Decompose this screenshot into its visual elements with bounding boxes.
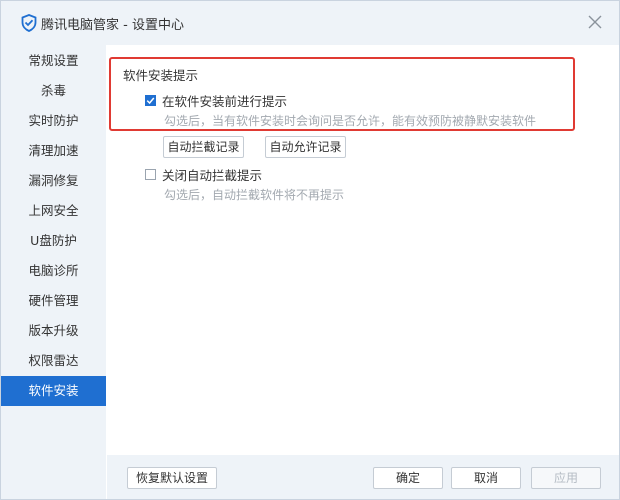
window-title: 腾讯电脑管家 - 设置中心 — [41, 17, 184, 33]
cancel-button[interactable]: 取消 — [451, 467, 521, 489]
option-prompt-label: 在软件安装前进行提示 — [162, 94, 288, 109]
sidebar-item-web-security[interactable]: 上网安全 — [1, 196, 106, 226]
sidebar-item-general[interactable]: 常规设置 — [1, 46, 106, 76]
content-panel: 软件安装提示 在软件安装前进行提示 勾选后，当有软件安装时会询问是否允许，能有效… — [107, 45, 619, 455]
sidebar-item-hardware[interactable]: 硬件管理 — [1, 286, 106, 316]
sidebar-item-software-install[interactable]: 软件安装 — [1, 376, 106, 406]
sidebar-item-cleanup[interactable]: 清理加速 — [1, 136, 106, 166]
restore-default-button[interactable]: 恢复默认设置 — [127, 467, 217, 489]
sidebar-item-usb-protection[interactable]: U盘防护 — [1, 226, 106, 256]
close-icon[interactable] — [585, 12, 605, 32]
title-bar[interactable]: 腾讯电脑管家 - 设置中心 — [1, 1, 619, 45]
sidebar-list: 常规设置 杀毒 实时防护 清理加速 漏洞修复 上网安全 U盘防护 电脑诊所 硬件… — [1, 46, 106, 406]
shield-icon — [21, 14, 37, 32]
footer-bar: 恢复默认设置 确定 取消 应用 — [107, 455, 619, 499]
ok-button[interactable]: 确定 — [373, 467, 443, 489]
apply-button[interactable]: 应用 — [531, 467, 601, 489]
option-close-auto-block-hint: 勾选后，自动拦截软件将不再提示 — [164, 188, 345, 202]
sidebar-item-permission-radar[interactable]: 权限雷达 — [1, 346, 106, 376]
check-icon — [146, 97, 155, 105]
settings-window: 腾讯电脑管家 - 设置中心 常规设置 杀毒 实时防护 清理加速 漏洞修复 上网安… — [0, 0, 620, 500]
sidebar-item-realtime-protection[interactable]: 实时防护 — [1, 106, 106, 136]
sidebar-item-upgrade[interactable]: 版本升级 — [1, 316, 106, 346]
allow-log-button[interactable]: 自动允许记录 — [265, 136, 346, 158]
option-prompt-before-install[interactable]: 在软件安装前进行提示 — [145, 91, 287, 110]
option-close-auto-block-label: 关闭自动拦截提示 — [162, 168, 263, 183]
sidebar: 常规设置 杀毒 实时防护 清理加速 漏洞修复 上网安全 U盘防护 电脑诊所 硬件… — [1, 45, 106, 499]
checkbox-close-auto-block[interactable] — [145, 169, 156, 180]
sidebar-item-vulnerability-fix[interactable]: 漏洞修复 — [1, 166, 106, 196]
option-prompt-hint: 勾选后，当有软件安装时会询问是否允许，能有效预防被静默安装软件 — [164, 114, 537, 128]
block-log-button[interactable]: 自动拦截记录 — [163, 136, 244, 158]
section-title: 软件安装提示 — [123, 68, 199, 83]
checkbox-prompt-before-install[interactable] — [145, 95, 156, 106]
sidebar-item-antivirus[interactable]: 杀毒 — [1, 76, 106, 106]
sidebar-item-pc-clinic[interactable]: 电脑诊所 — [1, 256, 106, 286]
option-close-auto-block[interactable]: 关闭自动拦截提示 — [145, 165, 262, 184]
